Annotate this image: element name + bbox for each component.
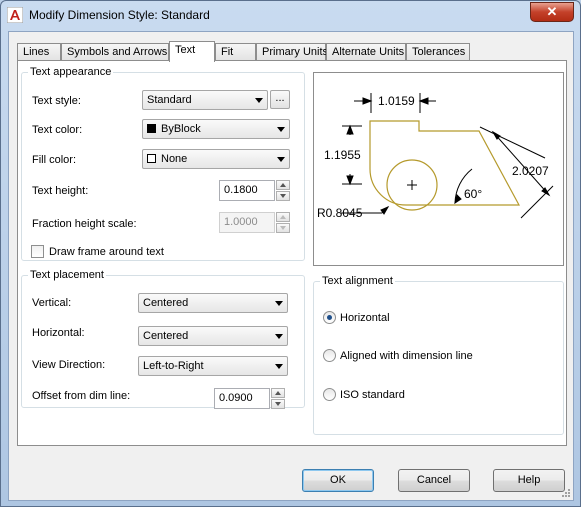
- spin-up-icon[interactable]: [271, 388, 285, 398]
- text-appearance-title: Text appearance: [28, 66, 114, 78]
- radio-aligned-label: Aligned with dimension line: [340, 350, 473, 362]
- text-style-browse-button[interactable]: ...: [270, 90, 290, 109]
- title-bar[interactable]: Modify Dimension Style: Standard ✕: [1, 1, 580, 31]
- view-direction-value: Left-to-Right: [143, 360, 204, 372]
- preview-dim-top: 1.0159: [378, 94, 415, 108]
- offset-input[interactable]: 0.0900: [214, 388, 270, 409]
- text-style-dropdown[interactable]: Standard: [142, 90, 268, 110]
- text-style-label: Text style:: [32, 95, 81, 107]
- radio-aligned-with-dim-line[interactable]: [323, 349, 336, 362]
- offset-label: Offset from dim line:: [32, 390, 131, 402]
- offset-spinner[interactable]: 0.0900: [214, 388, 285, 409]
- spin-down-icon: [276, 223, 290, 233]
- fill-color-dropdown[interactable]: None: [142, 149, 290, 169]
- horizontal-label: Horizontal:: [32, 327, 85, 339]
- dimension-preview: 1.0159 1.1955 2.0207 60° R0.8045: [313, 72, 564, 266]
- draw-frame-checkbox[interactable]: [31, 245, 44, 258]
- chevron-down-icon: [275, 334, 283, 339]
- view-direction-dropdown[interactable]: Left-to-Right: [138, 356, 288, 376]
- help-button[interactable]: Help: [493, 469, 565, 492]
- spin-down-icon[interactable]: [276, 191, 290, 201]
- text-alignment-title: Text alignment: [320, 275, 395, 287]
- tab-symbols-and-arrows[interactable]: Symbols and Arrows: [61, 43, 169, 61]
- radio-horizontal-label: Horizontal: [340, 312, 390, 324]
- chevron-down-icon: [275, 364, 283, 369]
- chevron-down-icon: [277, 157, 285, 162]
- vertical-label: Vertical:: [32, 297, 72, 309]
- radio-iso-standard[interactable]: [323, 388, 336, 401]
- tab-lines[interactable]: Lines: [17, 43, 61, 61]
- window-title: Modify Dimension Style: Standard: [29, 8, 210, 22]
- chevron-down-icon: [277, 127, 285, 132]
- preview-dim-angle: 60°: [464, 187, 482, 201]
- fill-color-value: None: [161, 153, 188, 165]
- preview-dim-right: 2.0207: [512, 164, 549, 178]
- chevron-down-icon: [255, 98, 263, 103]
- chevron-down-icon: [275, 301, 283, 306]
- text-color-label: Text color:: [32, 124, 83, 136]
- fill-color-label: Fill color:: [32, 154, 77, 166]
- text-color-dropdown[interactable]: ByBlock: [142, 119, 290, 139]
- radio-iso-label: ISO standard: [340, 389, 405, 401]
- close-icon: ✕: [546, 4, 558, 19]
- fraction-height-input: 1.0000: [219, 212, 275, 233]
- autocad-app-icon: [7, 7, 23, 23]
- draw-frame-label: Draw frame around text: [49, 246, 164, 258]
- tab-fit[interactable]: Fit: [215, 43, 256, 61]
- dialog-window: Modify Dimension Style: Standard ✕ Lines…: [0, 0, 581, 507]
- vertical-dropdown[interactable]: Centered: [138, 293, 288, 313]
- ok-button[interactable]: OK: [302, 469, 374, 492]
- close-button[interactable]: ✕: [530, 2, 574, 22]
- spin-up-icon: [276, 212, 290, 222]
- vertical-value: Centered: [143, 297, 189, 309]
- horizontal-dropdown[interactable]: Centered: [138, 326, 288, 346]
- tab-alternate-units[interactable]: Alternate Units: [326, 43, 406, 61]
- radio-horizontal[interactable]: [323, 311, 336, 324]
- preview-drawing: 1.0159 1.1955 2.0207 60° R0.8045: [317, 93, 554, 220]
- tab-primary-units[interactable]: Primary Units: [256, 43, 328, 61]
- text-color-value: ByBlock: [161, 123, 201, 135]
- preview-dim-left: 1.1955: [324, 148, 361, 162]
- preview-dim-radius: R0.8045: [317, 206, 363, 220]
- fraction-height-label: Fraction height scale:: [32, 218, 137, 230]
- spin-down-icon[interactable]: [271, 399, 285, 409]
- text-tab-panel: Text appearance Text style: Standard ...…: [17, 60, 567, 446]
- text-height-label: Text height:: [32, 185, 89, 197]
- color-swatch-icon: [147, 124, 156, 133]
- text-placement-title: Text placement: [28, 269, 106, 281]
- fraction-height-spinner: 1.0000: [219, 212, 290, 233]
- text-height-spinner[interactable]: 0.1800: [219, 180, 290, 201]
- dialog-client: Lines Symbols and Arrows Text Fit Primar…: [8, 31, 574, 501]
- text-style-value: Standard: [147, 94, 192, 106]
- color-swatch-icon: [147, 154, 156, 163]
- horizontal-value: Centered: [143, 330, 189, 342]
- tab-text[interactable]: Text: [169, 41, 215, 62]
- tab-tolerances[interactable]: Tolerances: [406, 43, 470, 61]
- spin-up-icon[interactable]: [276, 180, 290, 190]
- view-direction-label: View Direction:: [32, 359, 106, 371]
- cancel-button[interactable]: Cancel: [398, 469, 470, 492]
- resize-grip-icon[interactable]: [561, 488, 571, 498]
- text-height-input[interactable]: 0.1800: [219, 180, 275, 201]
